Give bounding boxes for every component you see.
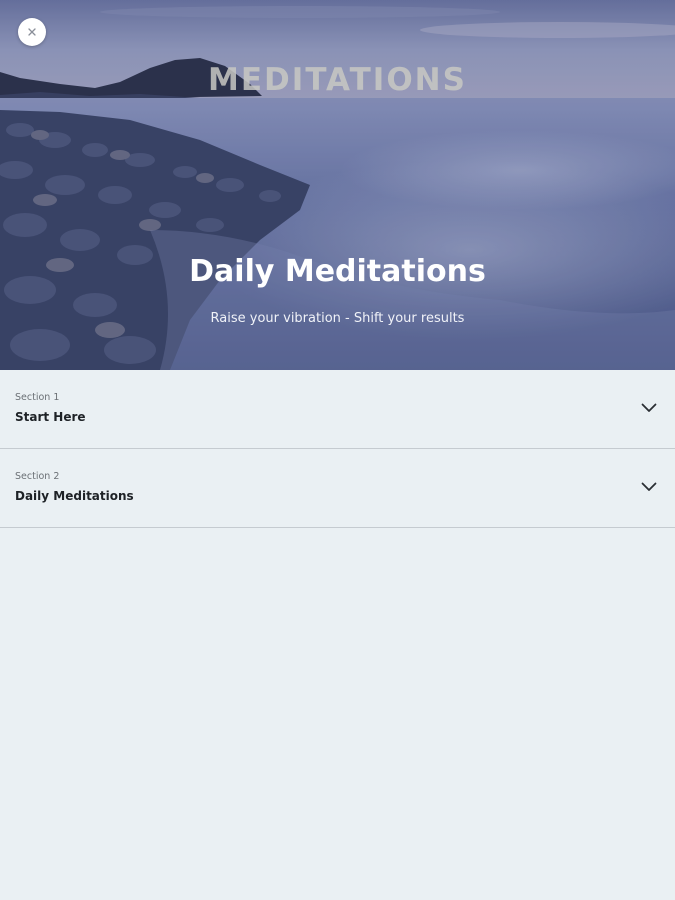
section-number-label: Section 1 — [15, 392, 60, 403]
section-title: Start Here — [15, 410, 86, 424]
hero-banner: MEDITATIONS Daily Meditations Raise your… — [0, 0, 675, 370]
close-icon — [28, 28, 36, 36]
section-list: Section 1 Start Here Section 2 Daily Med… — [0, 370, 675, 528]
brand-logo-text: MEDITATIONS — [208, 62, 467, 98]
page-subtitle: Raise your vibration - Shift your result… — [210, 311, 465, 326]
chevron-down-icon[interactable] — [641, 482, 657, 492]
section-number-label: Section 2 — [15, 471, 60, 482]
section-item-daily-meditations[interactable]: Section 2 Daily Meditations — [0, 449, 675, 528]
page-title: Daily Meditations — [189, 254, 486, 289]
section-item-start-here[interactable]: Section 1 Start Here — [0, 370, 675, 449]
chevron-down-icon[interactable] — [641, 403, 657, 413]
section-title: Daily Meditations — [15, 489, 134, 503]
close-button[interactable] — [18, 18, 46, 46]
